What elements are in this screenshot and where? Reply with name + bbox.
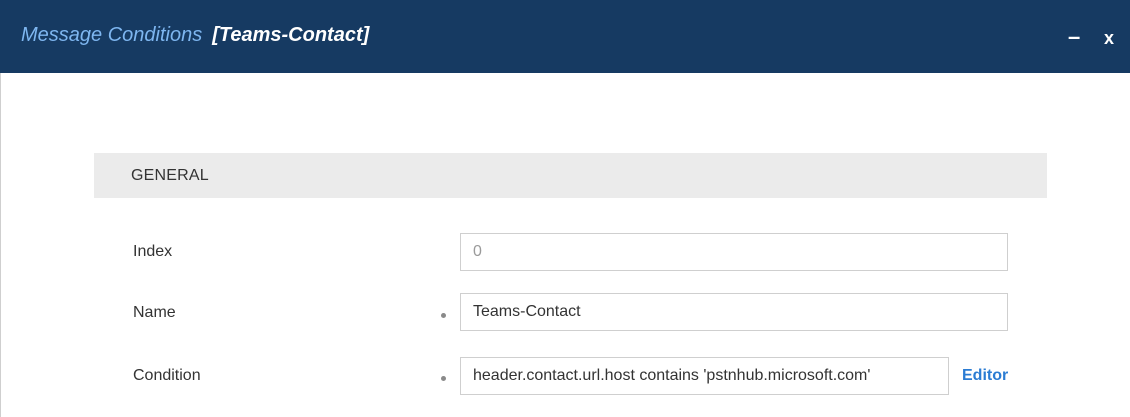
dialog-title: Message Conditions [Teams-Contact] xyxy=(21,24,369,47)
required-indicator-name xyxy=(441,313,446,318)
minimize-button[interactable]: – xyxy=(1068,24,1080,50)
dialog-title-bar: Message Conditions [Teams-Contact] – x xyxy=(0,0,1130,73)
index-label: Index xyxy=(133,243,173,260)
required-indicator-condition xyxy=(441,376,446,381)
section-title: GENERAL xyxy=(131,167,209,184)
index-field: 0 xyxy=(460,233,1008,271)
editor-link[interactable]: Editor xyxy=(962,367,1008,385)
close-button[interactable]: x xyxy=(1104,28,1114,49)
name-field[interactable]: Teams-Contact xyxy=(460,293,1008,331)
condition-field[interactable]: header.contact.url.host contains 'pstnhu… xyxy=(460,357,949,395)
dialog-title-text: Message Conditions xyxy=(21,24,203,46)
condition-label: Condition xyxy=(133,367,201,384)
section-header-general: GENERAL xyxy=(94,153,1047,198)
name-label: Name xyxy=(133,304,176,321)
dialog-subtitle: [Teams-Contact] xyxy=(212,24,370,46)
